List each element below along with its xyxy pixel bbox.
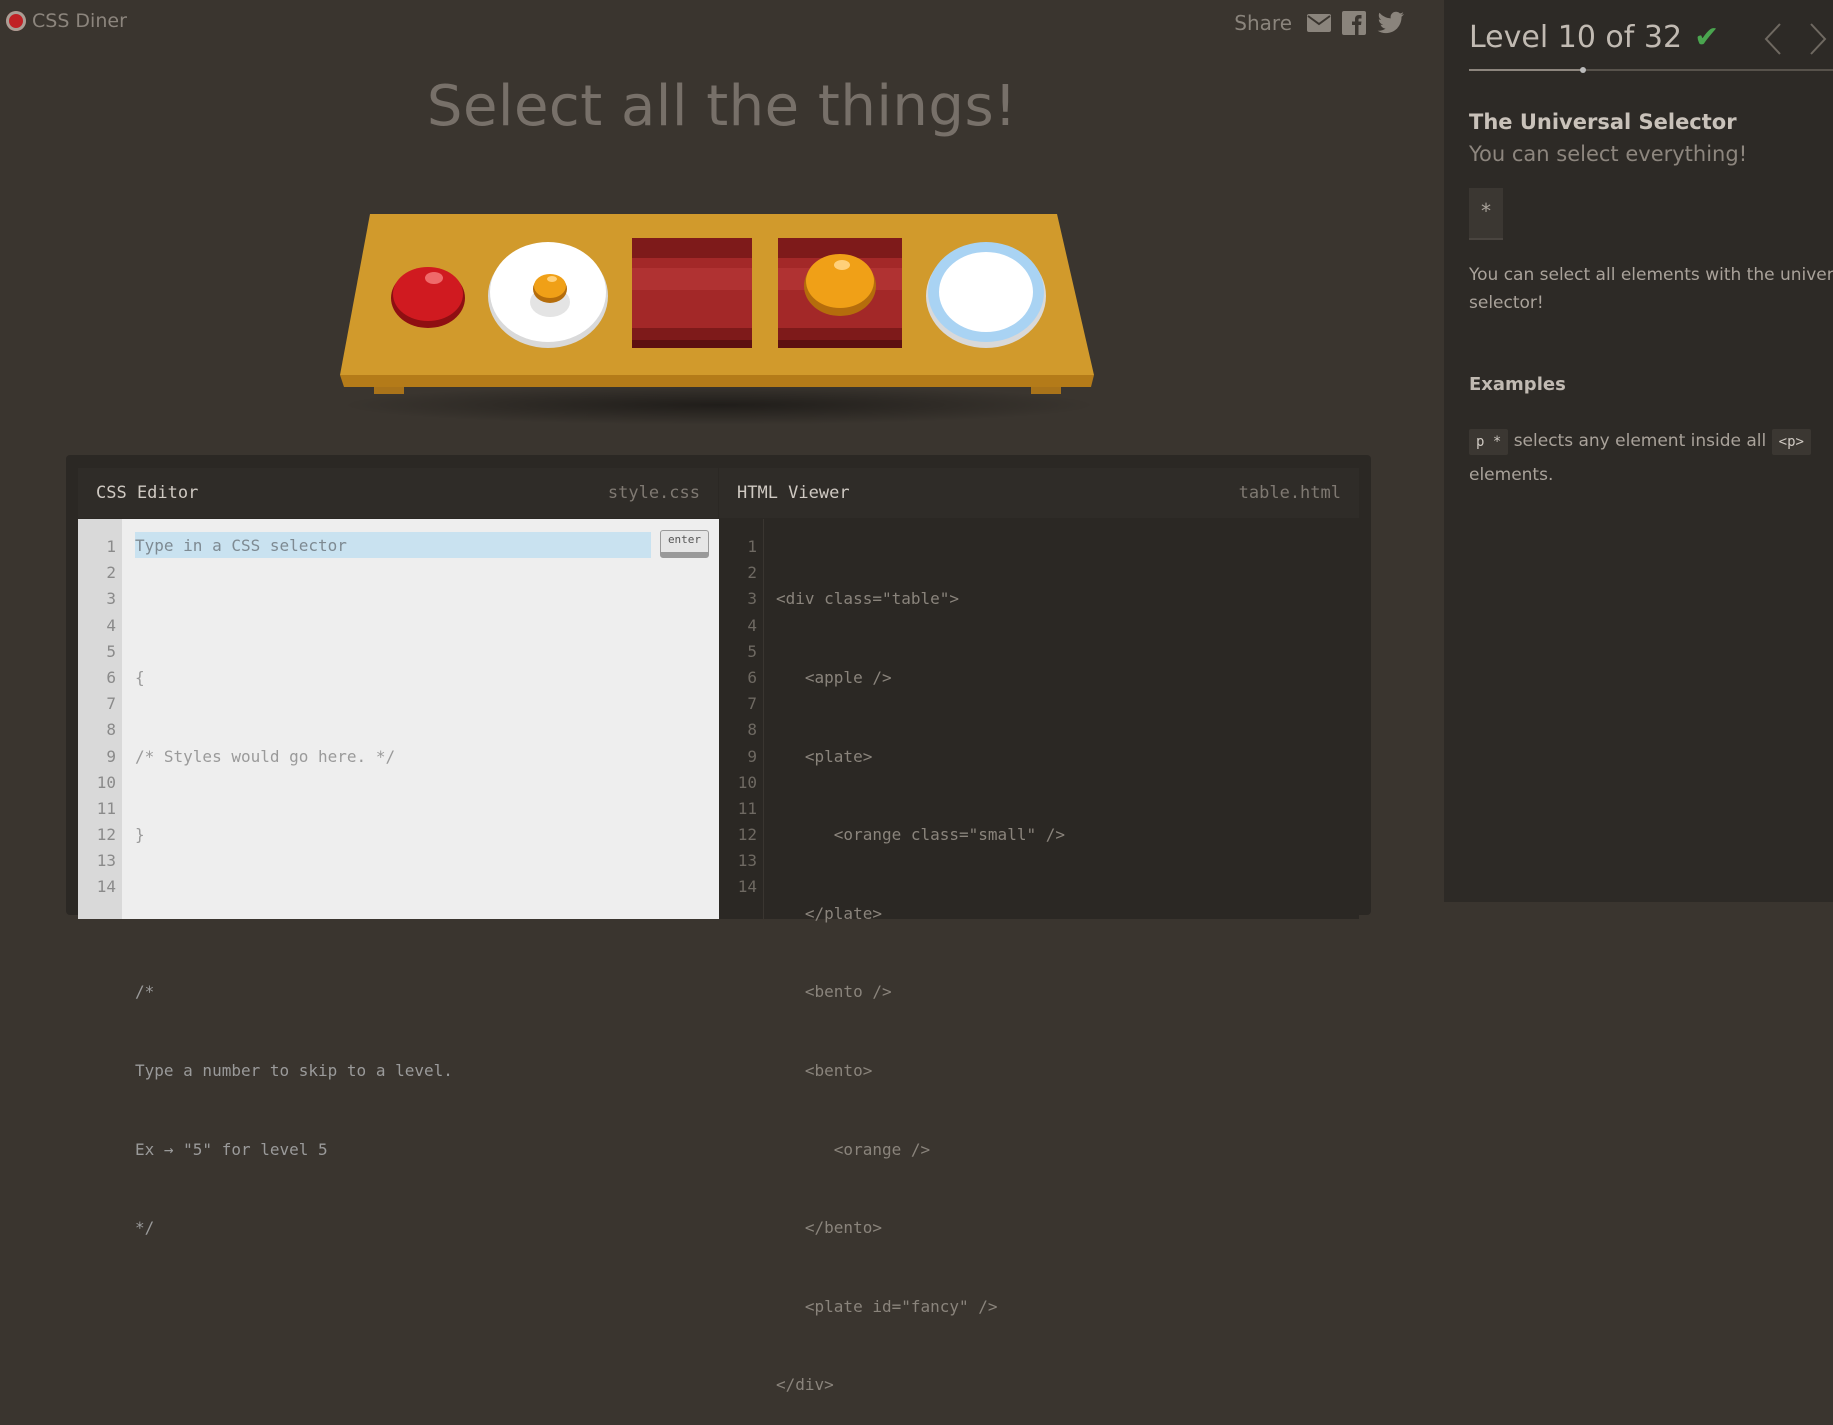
chevron-right-icon[interactable] bbox=[1808, 22, 1828, 56]
selector-syntax: * bbox=[1469, 188, 1503, 240]
chevron-left-icon[interactable] bbox=[1763, 22, 1783, 56]
dining-table bbox=[336, 210, 1102, 425]
code-line: */ bbox=[135, 1218, 155, 1238]
html-line[interactable]: <plate> bbox=[776, 744, 1065, 770]
css-editor-header: CSS Editor style.css bbox=[78, 468, 718, 518]
css-line-numbers: 12 34 56 78 9 10 11 12 13 14 bbox=[96, 537, 116, 897]
logo-icon bbox=[6, 11, 26, 31]
logo[interactable]: CSS Diner bbox=[6, 10, 127, 32]
example-text-2: elements. bbox=[1469, 465, 1554, 485]
html-line[interactable]: <orange /> bbox=[776, 1137, 1065, 1163]
code-line: { bbox=[135, 668, 145, 687]
html-code: <div class="table"> <apple /> <plate> <o… bbox=[776, 534, 1065, 1425]
selector-name: The Universal Selector bbox=[1469, 110, 1737, 134]
code-line: /* bbox=[135, 982, 155, 1002]
example-tag: <p> bbox=[1771, 429, 1811, 455]
code-line: Type a number to skip to a level. bbox=[135, 1060, 453, 1080]
progress-marker bbox=[1579, 67, 1586, 73]
plate-fancy[interactable] bbox=[926, 242, 1046, 348]
example-code: p * bbox=[1469, 429, 1509, 455]
html-line[interactable]: <orange class="small" /> bbox=[776, 822, 1065, 848]
code-line: } bbox=[135, 825, 145, 845]
logo-text: CSS Diner bbox=[32, 10, 127, 32]
selector-subtitle: You can select everything! bbox=[1469, 142, 1748, 166]
page-title: Select all the things! bbox=[426, 74, 1018, 139]
examples-heading: Examples bbox=[1469, 374, 1566, 395]
plate[interactable] bbox=[488, 242, 608, 348]
html-line[interactable]: </div> bbox=[776, 1372, 1065, 1398]
orange[interactable] bbox=[804, 254, 876, 316]
example-item: p * selects any element inside all <p> e… bbox=[1469, 424, 1833, 492]
table-front bbox=[340, 375, 1094, 387]
example-text: selects any element inside all bbox=[1513, 431, 1767, 451]
css-selector-input[interactable] bbox=[135, 532, 651, 558]
html-viewer-header: HTML Viewer table.html bbox=[719, 468, 1359, 518]
html-line-numbers: 12 34 56 78 9 10 11 12 13 14 bbox=[737, 537, 757, 897]
bento[interactable] bbox=[632, 238, 752, 348]
share-bar: Share bbox=[1234, 11, 1405, 35]
apple[interactable] bbox=[391, 267, 465, 328]
level-progress-bar bbox=[1469, 67, 1833, 73]
level-indicator[interactable]: Level 10 of 32 ✔ bbox=[1469, 20, 1719, 55]
css-editor-filename: style.css bbox=[607, 483, 700, 503]
html-viewer-title: HTML Viewer bbox=[737, 483, 850, 503]
html-line[interactable]: <div class="table"> bbox=[776, 586, 1065, 612]
share-label: Share bbox=[1234, 11, 1292, 35]
progress-fill bbox=[1469, 69, 1583, 71]
html-line[interactable]: <bento /> bbox=[776, 979, 1065, 1005]
twitter-icon[interactable] bbox=[1377, 11, 1405, 35]
orange-small[interactable] bbox=[533, 274, 567, 303]
selector-description: You can select all elements with the uni… bbox=[1469, 265, 1833, 313]
email-icon[interactable] bbox=[1307, 14, 1331, 32]
html-line[interactable]: <plate id="fancy" /> bbox=[776, 1294, 1065, 1320]
css-code: { /* Styles would go here. */ } /* Type … bbox=[135, 534, 453, 1268]
enter-button[interactable]: enter bbox=[660, 530, 709, 558]
html-line[interactable]: <bento> bbox=[776, 1058, 1065, 1084]
level-text: Level 10 of 32 bbox=[1469, 20, 1683, 55]
bento-with-orange[interactable] bbox=[778, 238, 902, 348]
facebook-icon[interactable] bbox=[1342, 11, 1366, 35]
code-line: Ex → "5" for level 5 bbox=[135, 1139, 328, 1159]
css-editor-title: CSS Editor bbox=[96, 483, 199, 503]
html-line[interactable]: </bento> bbox=[776, 1215, 1065, 1241]
code-line: /* Styles would go here. */ bbox=[135, 746, 396, 766]
html-line[interactable]: </plate> bbox=[776, 901, 1065, 927]
html-viewer-filename: table.html bbox=[1238, 483, 1341, 503]
check-icon: ✔ bbox=[1694, 20, 1720, 55]
html-line[interactable]: <apple /> bbox=[776, 665, 1065, 691]
